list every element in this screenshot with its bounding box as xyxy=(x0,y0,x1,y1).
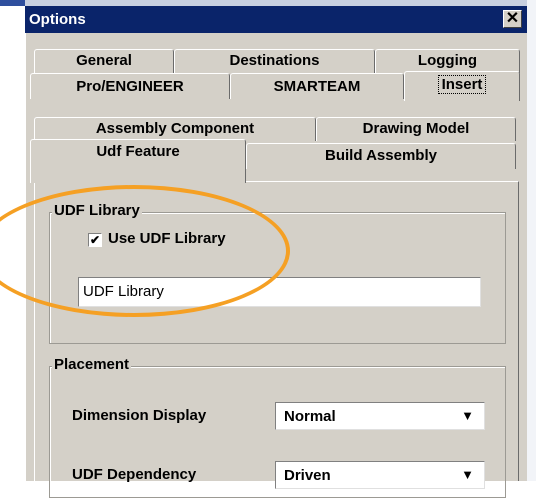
subtab-udf-feature[interactable]: Udf Feature xyxy=(30,139,246,183)
dimension-display-dropdown[interactable]: Normal ▼ xyxy=(275,402,485,430)
chevron-down-icon: ▼ xyxy=(461,408,474,423)
tab-destinations[interactable]: Destinations xyxy=(174,49,375,73)
title-bar[interactable]: Options ✕ xyxy=(25,6,527,33)
close-icon: ✕ xyxy=(505,10,520,27)
udf-dependency-value: Driven xyxy=(284,467,331,484)
screen-background xyxy=(527,0,536,481)
subtab-assembly-component[interactable]: Assembly Component xyxy=(34,117,316,141)
chevron-down-icon: ▼ xyxy=(461,467,474,482)
subtab-drawing-model[interactable]: Drawing Model xyxy=(316,117,516,141)
tab-logging[interactable]: Logging xyxy=(375,49,520,73)
window-corner xyxy=(0,0,25,6)
options-dialog: General Destinations Logging Pro/ENGINEE… xyxy=(25,33,527,498)
udf-dependency-label: UDF Dependency xyxy=(72,466,197,483)
tab-smarteam-label: SMARTEAM xyxy=(273,78,361,95)
placement-group: Placement Dimension Display Normal ▼ UDF… xyxy=(49,356,506,498)
tab-smarteam[interactable]: SMARTEAM xyxy=(230,73,404,99)
subtab-build-assembly[interactable]: Build Assembly xyxy=(246,143,516,169)
udf-feature-panel: UDF Library ✔ Use UDF Library UDF Librar… xyxy=(34,181,519,498)
tab-insert[interactable]: Insert xyxy=(404,71,520,101)
placement-legend: Placement xyxy=(52,356,132,373)
checkmark-icon: ✔ xyxy=(89,233,101,247)
subtab-assembly-component-label: Assembly Component xyxy=(95,120,255,137)
tab-logging-label: Logging xyxy=(417,52,478,69)
subtab-drawing-model-label: Drawing Model xyxy=(362,120,470,137)
tab-general[interactable]: General xyxy=(34,49,174,73)
udf-library-legend: UDF Library xyxy=(52,202,142,219)
dimension-display-label: Dimension Display xyxy=(72,407,207,424)
tab-insert-label: Insert xyxy=(437,75,487,94)
tab-pro-engineer-label: Pro/ENGINEER xyxy=(76,78,184,95)
subtab-build-assembly-label: Build Assembly xyxy=(325,147,437,164)
udf-library-group: UDF Library ✔ Use UDF Library UDF Librar… xyxy=(49,202,506,344)
tab-general-label: General xyxy=(76,52,132,69)
udf-dependency-dropdown[interactable]: Driven ▼ xyxy=(275,461,485,489)
subtab-udf-feature-label: Udf Feature xyxy=(96,143,180,160)
dimension-display-value: Normal xyxy=(284,408,336,425)
use-udf-library-label: Use UDF Library xyxy=(108,230,226,247)
udf-library-field[interactable]: UDF Library xyxy=(78,277,481,307)
window-title: Options xyxy=(29,11,86,28)
close-button[interactable]: ✕ xyxy=(503,10,522,28)
use-udf-library-checkbox[interactable]: ✔ xyxy=(88,233,102,247)
tab-destinations-label: Destinations xyxy=(229,52,320,69)
tab-pro-engineer[interactable]: Pro/ENGINEER xyxy=(30,73,230,99)
